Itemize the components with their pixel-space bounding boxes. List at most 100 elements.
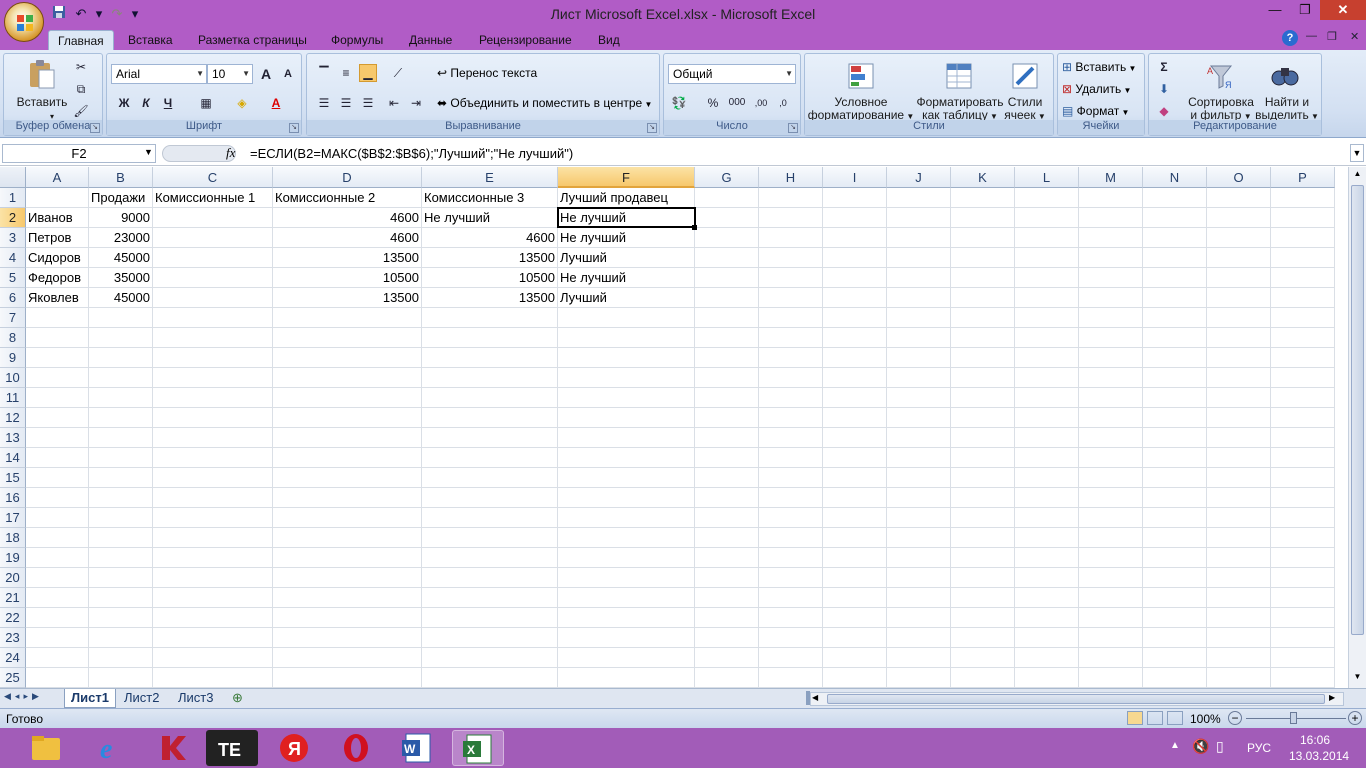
cell-g9[interactable] xyxy=(695,348,759,368)
cell-m21[interactable] xyxy=(1079,588,1143,608)
cell-m1[interactable] xyxy=(1079,188,1143,208)
cell-c18[interactable] xyxy=(153,528,273,548)
cell-p24[interactable] xyxy=(1271,648,1335,668)
cell-l21[interactable] xyxy=(1015,588,1079,608)
cell-i19[interactable] xyxy=(823,548,887,568)
cell-f25[interactable] xyxy=(558,668,695,688)
cell-c16[interactable] xyxy=(153,488,273,508)
cell-f7[interactable] xyxy=(558,308,695,328)
vertical-scroll-thumb[interactable] xyxy=(1351,185,1364,635)
cell-h23[interactable] xyxy=(759,628,823,648)
cell-m3[interactable] xyxy=(1079,228,1143,248)
cell-f5[interactable]: Не лучший xyxy=(558,268,695,288)
formula-bar-splitter[interactable] xyxy=(162,145,236,162)
cell-c1[interactable]: Комиссионные 1 xyxy=(153,188,273,208)
cell-b25[interactable] xyxy=(89,668,153,688)
cell-m7[interactable] xyxy=(1079,308,1143,328)
cell-j19[interactable] xyxy=(887,548,951,568)
cell-n12[interactable] xyxy=(1143,408,1207,428)
cell-d12[interactable] xyxy=(273,408,422,428)
cell-i13[interactable] xyxy=(823,428,887,448)
cell-k18[interactable] xyxy=(951,528,1015,548)
cell-a18[interactable] xyxy=(26,528,89,548)
row-header-13[interactable]: 13 xyxy=(0,428,26,448)
total-commander-icon[interactable]: TE xyxy=(206,730,258,766)
zoom-in-icon[interactable]: + xyxy=(1348,711,1362,725)
cell-p2[interactable] xyxy=(1271,208,1335,228)
cell-k12[interactable] xyxy=(951,408,1015,428)
cell-g24[interactable] xyxy=(695,648,759,668)
cell-e21[interactable] xyxy=(422,588,558,608)
column-header-i[interactable]: I xyxy=(823,167,887,188)
row-header-16[interactable]: 16 xyxy=(0,488,26,508)
tab-formulas[interactable]: Формулы xyxy=(322,30,392,50)
cell-e7[interactable] xyxy=(422,308,558,328)
cell-j6[interactable] xyxy=(887,288,951,308)
cell-g10[interactable] xyxy=(695,368,759,388)
cell-b2[interactable]: 9000 xyxy=(89,208,153,228)
scroll-right-icon[interactable]: ▶ xyxy=(1329,693,1335,702)
cell-g17[interactable] xyxy=(695,508,759,528)
cell-n18[interactable] xyxy=(1143,528,1207,548)
sheet-tab-3[interactable]: Лист3 xyxy=(178,689,213,708)
cell-f2[interactable]: Не лучший xyxy=(558,208,695,228)
cell-a4[interactable]: Сидоров xyxy=(26,248,89,268)
cell-p10[interactable] xyxy=(1271,368,1335,388)
cell-n10[interactable] xyxy=(1143,368,1207,388)
align-top-icon[interactable]: ▔ xyxy=(315,64,333,82)
cell-a15[interactable] xyxy=(26,468,89,488)
cell-p7[interactable] xyxy=(1271,308,1335,328)
find-select-button[interactable]: Найти и выделить ▼ xyxy=(1255,96,1319,123)
cell-j20[interactable] xyxy=(887,568,951,588)
cell-e25[interactable] xyxy=(422,668,558,688)
cell-l8[interactable] xyxy=(1015,328,1079,348)
cell-l23[interactable] xyxy=(1015,628,1079,648)
cell-p22[interactable] xyxy=(1271,608,1335,628)
cell-g12[interactable] xyxy=(695,408,759,428)
conditional-formatting-button[interactable]: Условное форматирование ▼ xyxy=(807,96,915,123)
insert-function-icon[interactable]: fx xyxy=(226,145,235,161)
row-header-18[interactable]: 18 xyxy=(0,528,26,548)
cell-i23[interactable] xyxy=(823,628,887,648)
cell-k19[interactable] xyxy=(951,548,1015,568)
volume-icon[interactable]: 🔇 xyxy=(1192,738,1209,755)
cell-e1[interactable]: Комиссионные 3 xyxy=(422,188,558,208)
increase-indent-icon[interactable]: ⇥ xyxy=(407,94,425,112)
align-middle-icon[interactable]: ≡ xyxy=(337,64,355,82)
font-color-icon[interactable]: A xyxy=(267,94,285,112)
cell-p3[interactable] xyxy=(1271,228,1335,248)
cell-o8[interactable] xyxy=(1207,328,1271,348)
cell-e10[interactable] xyxy=(422,368,558,388)
cell-i11[interactable] xyxy=(823,388,887,408)
cell-c14[interactable] xyxy=(153,448,273,468)
cell-p6[interactable] xyxy=(1271,288,1335,308)
cell-l24[interactable] xyxy=(1015,648,1079,668)
cell-m11[interactable] xyxy=(1079,388,1143,408)
cell-g20[interactable] xyxy=(695,568,759,588)
cell-f6[interactable]: Лучший xyxy=(558,288,695,308)
cell-d10[interactable] xyxy=(273,368,422,388)
sort-filter-button[interactable]: Сортировка и фильтр ▼ xyxy=(1185,96,1257,123)
cell-l13[interactable] xyxy=(1015,428,1079,448)
cell-o15[interactable] xyxy=(1207,468,1271,488)
cell-p19[interactable] xyxy=(1271,548,1335,568)
cell-i12[interactable] xyxy=(823,408,887,428)
cell-h18[interactable] xyxy=(759,528,823,548)
cell-m25[interactable] xyxy=(1079,668,1143,688)
cell-h6[interactable] xyxy=(759,288,823,308)
doc-restore-icon[interactable]: ❐ xyxy=(1327,30,1337,43)
qat-dropdown-icon[interactable]: ▾ xyxy=(94,5,104,23)
cell-d13[interactable] xyxy=(273,428,422,448)
cell-c5[interactable] xyxy=(153,268,273,288)
tab-insert[interactable]: Вставка xyxy=(119,30,182,50)
cell-p16[interactable] xyxy=(1271,488,1335,508)
cell-f19[interactable] xyxy=(558,548,695,568)
cell-n6[interactable] xyxy=(1143,288,1207,308)
cell-l11[interactable] xyxy=(1015,388,1079,408)
cell-f24[interactable] xyxy=(558,648,695,668)
cell-m6[interactable] xyxy=(1079,288,1143,308)
cell-h12[interactable] xyxy=(759,408,823,428)
cell-a8[interactable] xyxy=(26,328,89,348)
cell-f22[interactable] xyxy=(558,608,695,628)
save-icon[interactable] xyxy=(50,5,68,23)
